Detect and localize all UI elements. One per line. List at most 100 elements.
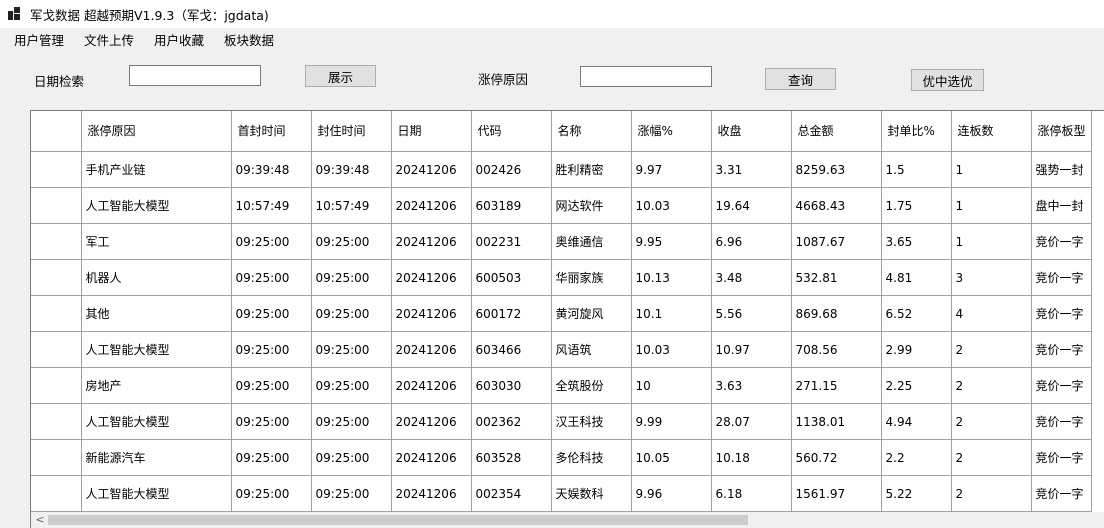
table-row[interactable]: 房地产 09:25:00 09:25:00 20241206 603030 全筑股份 10 3… [31, 367, 1092, 404]
row-header-cell[interactable] [31, 403, 82, 440]
change-pct-cell[interactable]: 10.13 [631, 259, 712, 296]
change-pct-cell[interactable]: 10.1 [631, 295, 712, 332]
col-header-close[interactable]: 收盘 [711, 111, 792, 152]
col-header-consecutive[interactable]: 连板数 [951, 111, 1032, 152]
board-type-cell[interactable]: 竞价一字 [1031, 331, 1092, 368]
col-header-reason[interactable]: 涨停原因 [81, 111, 232, 152]
reason-input[interactable] [580, 66, 712, 87]
consecutive-cell[interactable]: 2 [951, 331, 1032, 368]
board-type-cell[interactable]: 盘中一封 [1031, 187, 1092, 224]
code-cell[interactable]: 002362 [471, 403, 552, 440]
change-pct-cell[interactable]: 10.05 [631, 439, 712, 476]
seal-time-cell[interactable]: 10:57:49 [311, 187, 392, 224]
code-cell[interactable]: 603466 [471, 331, 552, 368]
board-type-cell[interactable]: 竞价一字 [1031, 295, 1092, 332]
close-cell[interactable]: 19.64 [711, 187, 792, 224]
close-cell[interactable]: 10.18 [711, 439, 792, 476]
change-pct-cell[interactable]: 10.03 [631, 331, 712, 368]
first-seal-time-cell[interactable]: 09:25:00 [231, 475, 312, 512]
seal-ratio-cell[interactable]: 1.5 [881, 151, 952, 188]
row-header-corner[interactable] [31, 111, 82, 152]
name-cell[interactable]: 多伦科技 [551, 439, 632, 476]
board-type-cell[interactable]: 强势一封 [1031, 151, 1092, 188]
code-cell[interactable]: 002231 [471, 223, 552, 260]
reason-cell[interactable]: 其他 [81, 295, 232, 332]
row-header-cell[interactable] [31, 331, 82, 368]
name-cell[interactable]: 天娱数科 [551, 475, 632, 512]
date-cell[interactable]: 20241206 [391, 259, 472, 296]
col-header-first-seal-time[interactable]: 首封时间 [231, 111, 312, 152]
code-cell[interactable]: 603189 [471, 187, 552, 224]
table-row[interactable]: 人工智能大模型 09:25:00 09:25:00 20241206 603466 风语筑… [31, 331, 1092, 368]
col-header-seal-ratio[interactable]: 封单比% [881, 111, 952, 152]
name-cell[interactable]: 黄河旋风 [551, 295, 632, 332]
seal-ratio-cell[interactable]: 4.94 [881, 403, 952, 440]
horizontal-scrollbar[interactable]: < [30, 512, 1104, 528]
first-seal-time-cell[interactable]: 09:25:00 [231, 367, 312, 404]
change-pct-cell[interactable]: 9.96 [631, 475, 712, 512]
seal-ratio-cell[interactable]: 4.81 [881, 259, 952, 296]
amount-cell[interactable]: 8259.63 [791, 151, 882, 188]
scrollbar-thumb[interactable] [48, 515, 748, 525]
seal-time-cell[interactable]: 09:25:00 [311, 295, 392, 332]
seal-time-cell[interactable]: 09:25:00 [311, 331, 392, 368]
reason-cell[interactable]: 人工智能大模型 [81, 331, 232, 368]
consecutive-cell[interactable]: 2 [951, 403, 1032, 440]
consecutive-cell[interactable]: 1 [951, 223, 1032, 260]
date-cell[interactable]: 20241206 [391, 403, 472, 440]
name-cell[interactable]: 胜利精密 [551, 151, 632, 188]
date-cell[interactable]: 20241206 [391, 475, 472, 512]
seal-ratio-cell[interactable]: 3.65 [881, 223, 952, 260]
row-header-cell[interactable] [31, 187, 82, 224]
first-seal-time-cell[interactable]: 10:57:49 [231, 187, 312, 224]
query-button[interactable]: 查询 [765, 68, 836, 90]
first-seal-time-cell[interactable]: 09:25:00 [231, 223, 312, 260]
seal-time-cell[interactable]: 09:25:00 [311, 439, 392, 476]
table-row[interactable]: 人工智能大模型 10:57:49 10:57:49 20241206 603189 网达软… [31, 187, 1092, 224]
data-grid[interactable]: 涨停原因 首封时间 封住时间 日期 代码 名称 涨幅% 收盘 总金额 封单比% … [30, 110, 1104, 512]
table-row[interactable]: 其他 09:25:00 09:25:00 20241206 600172 黄河旋风 10.1… [31, 295, 1092, 332]
consecutive-cell[interactable]: 3 [951, 259, 1032, 296]
show-button[interactable]: 展示 [305, 65, 376, 87]
first-seal-time-cell[interactable]: 09:25:00 [231, 259, 312, 296]
date-cell[interactable]: 20241206 [391, 367, 472, 404]
col-header-name[interactable]: 名称 [551, 111, 632, 152]
code-cell[interactable]: 002426 [471, 151, 552, 188]
change-pct-cell[interactable]: 9.99 [631, 403, 712, 440]
seal-time-cell[interactable]: 09:25:00 [311, 223, 392, 260]
amount-cell[interactable]: 708.56 [791, 331, 882, 368]
amount-cell[interactable]: 271.15 [791, 367, 882, 404]
close-cell[interactable]: 3.63 [711, 367, 792, 404]
amount-cell[interactable]: 560.72 [791, 439, 882, 476]
amount-cell[interactable]: 1087.67 [791, 223, 882, 260]
amount-cell[interactable]: 1138.01 [791, 403, 882, 440]
close-cell[interactable]: 6.96 [711, 223, 792, 260]
table-row[interactable]: 手机产业链 09:39:48 09:39:48 20241206 002426 胜利精密 9… [31, 151, 1092, 188]
board-type-cell[interactable]: 竞价一字 [1031, 223, 1092, 260]
row-header-cell[interactable] [31, 475, 82, 512]
col-header-seal-time[interactable]: 封住时间 [311, 111, 392, 152]
table-row[interactable]: 人工智能大模型 09:25:00 09:25:00 20241206 002354 天娱数… [31, 475, 1092, 512]
date-cell[interactable]: 20241206 [391, 295, 472, 332]
first-seal-time-cell[interactable]: 09:25:00 [231, 439, 312, 476]
table-row[interactable]: 军工 09:25:00 09:25:00 20241206 002231 奥维通信 9.95… [31, 223, 1092, 260]
change-pct-cell[interactable]: 10 [631, 367, 712, 404]
table-row[interactable]: 人工智能大模型 09:25:00 09:25:00 20241206 002362 汉王科… [31, 403, 1092, 440]
close-cell[interactable]: 5.56 [711, 295, 792, 332]
amount-cell[interactable]: 532.81 [791, 259, 882, 296]
consecutive-cell[interactable]: 1 [951, 151, 1032, 188]
close-cell[interactable]: 6.18 [711, 475, 792, 512]
board-type-cell[interactable]: 竞价一字 [1031, 439, 1092, 476]
amount-cell[interactable]: 4668.43 [791, 187, 882, 224]
consecutive-cell[interactable]: 4 [951, 295, 1032, 332]
row-header-cell[interactable] [31, 151, 82, 188]
col-header-change-pct[interactable]: 涨幅% [631, 111, 712, 152]
first-seal-time-cell[interactable]: 09:39:48 [231, 151, 312, 188]
name-cell[interactable]: 奥维通信 [551, 223, 632, 260]
table-row[interactable]: 新能源汽车 09:25:00 09:25:00 20241206 603528 多伦科技 1… [31, 439, 1092, 476]
row-header-cell[interactable] [31, 367, 82, 404]
name-cell[interactable]: 华丽家族 [551, 259, 632, 296]
code-cell[interactable]: 002354 [471, 475, 552, 512]
code-cell[interactable]: 600503 [471, 259, 552, 296]
board-type-cell[interactable]: 竞价一字 [1031, 259, 1092, 296]
